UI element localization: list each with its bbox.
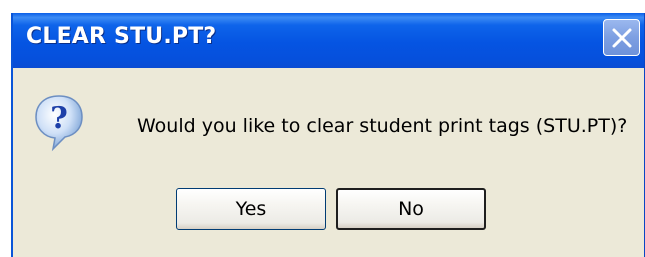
close-icon (612, 28, 632, 48)
question-icon: ? (35, 95, 83, 152)
dialog-message: Would you like to clear student print ta… (137, 115, 628, 137)
close-button[interactable] (603, 19, 640, 56)
title-bar[interactable]: CLEAR STU.PT? (13, 13, 644, 68)
dialog-body: ? Would you like to clear student print … (13, 68, 644, 257)
dialog-window: CLEAR STU.PT? ? Would you like to clear … (11, 13, 645, 257)
svg-text:?: ? (50, 101, 68, 136)
no-button[interactable]: No (336, 188, 486, 230)
yes-button[interactable]: Yes (176, 188, 326, 230)
dialog-title: CLEAR STU.PT? (26, 24, 217, 49)
